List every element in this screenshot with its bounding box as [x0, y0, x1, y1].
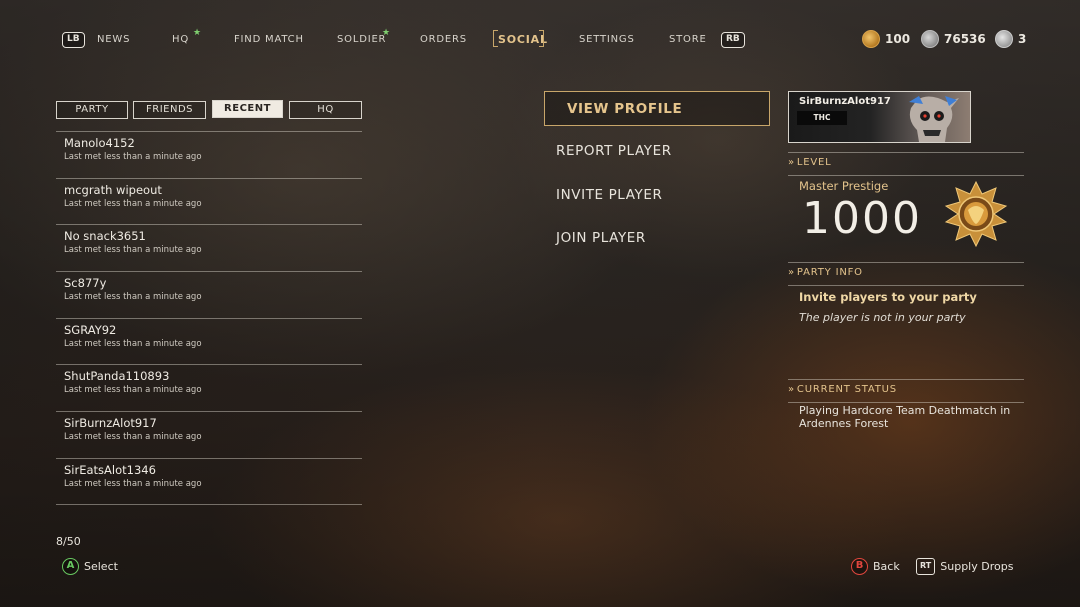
player-name: Manolo4152: [64, 136, 135, 150]
divider: [788, 285, 1024, 286]
prestige-label: Master Prestige: [799, 179, 889, 193]
select-label: Select: [84, 560, 118, 573]
level-section-header: » LEVEL: [788, 152, 1024, 168]
list-item[interactable]: Sc877y Last met less than a minute ago: [56, 271, 362, 318]
b-button-icon: B: [851, 558, 868, 575]
supply-amount: 3: [1018, 32, 1027, 46]
list-item[interactable]: No snack3651 Last met less than a minute…: [56, 224, 362, 271]
last-met-text: Last met less than a minute ago: [64, 432, 202, 443]
active-bracket-right: [539, 30, 544, 47]
party-invite-title: Invite players to your party: [799, 290, 977, 304]
last-met-text: Last met less than a minute ago: [64, 478, 202, 489]
player-counter: 8/50: [56, 535, 81, 548]
rt-trigger-icon: RT: [916, 558, 936, 575]
select-hint[interactable]: A Select: [62, 558, 118, 575]
credit-amount: 76536: [944, 32, 986, 46]
join-player-button[interactable]: JOIN PLAYER: [544, 221, 770, 256]
supply-drops-hint[interactable]: RT Supply Drops: [916, 558, 1013, 575]
nav-find-match[interactable]: FIND MATCH: [234, 34, 304, 45]
nav-news[interactable]: NEWS: [97, 34, 130, 45]
player-name: mcgrath wipeout: [64, 182, 162, 197]
player-name: SGRAY92: [64, 322, 117, 337]
back-hint[interactable]: B Back: [851, 558, 900, 575]
gold-amount: 100: [885, 32, 911, 46]
last-met-text: Last met less than a minute ago: [64, 385, 202, 396]
list-item[interactable]: SGRAY92 Last met less than a minute ago: [56, 317, 362, 365]
gold-coin-icon: [862, 30, 880, 48]
tab-hq[interactable]: HQ: [289, 101, 362, 119]
supply-currency: 3: [995, 30, 1026, 48]
master-prestige-emblem-icon: [944, 180, 1008, 248]
current-status-text: Playing Hardcore Team Deathmatch in Arde…: [799, 404, 1011, 430]
party-info-heading: PARTY INFO: [796, 267, 863, 278]
new-star-icon: ★: [193, 28, 202, 38]
divider: [788, 175, 1024, 176]
rb-bumper-icon[interactable]: RB: [721, 32, 745, 48]
armory-credit-icon: [921, 30, 939, 48]
player-name: No snack3651: [64, 229, 146, 244]
gold-currency: 100: [862, 30, 910, 48]
level-heading: LEVEL: [796, 157, 832, 168]
list-item[interactable]: ShutPanda110893 Last met less than a min…: [56, 364, 362, 411]
level-value: 1000: [802, 193, 922, 244]
supply-drops-label: Supply Drops: [940, 560, 1014, 573]
back-label: Back: [873, 560, 900, 573]
player-name: ShutPanda110893: [64, 369, 170, 384]
recent-players-list: Manolo4152 Last met less than a minute a…: [56, 131, 362, 505]
player-name: Sc877y: [64, 276, 107, 291]
a-button-icon: A: [62, 558, 79, 575]
lb-bumper-icon[interactable]: LB: [62, 32, 85, 48]
last-met-text: Last met less than a minute ago: [64, 152, 202, 162]
new-star-icon: ★: [382, 28, 391, 38]
chevron-right-icon: »: [788, 157, 795, 168]
current-status-header: » CURRENT STATUS: [788, 379, 1024, 401]
player-name: SirBurnzAlot917: [64, 416, 157, 431]
view-profile-button[interactable]: VIEW PROFILE: [544, 91, 770, 126]
list-item[interactable]: mcgrath wipeout Last met less than a min…: [56, 177, 362, 225]
party-info-header: » PARTY INFO: [788, 262, 1024, 284]
list-item[interactable]: SirBurnzAlot917 Last met less than a min…: [56, 411, 362, 458]
party-status-text: The player is not in your party: [799, 311, 966, 324]
credit-currency: 76536: [921, 30, 986, 48]
top-navigation: LB NEWS HQ ★ FIND MATCH SOLDIER ★ ORDERS…: [0, 0, 1080, 80]
current-status-heading: CURRENT STATUS: [796, 384, 897, 395]
last-met-text: Last met less than a minute ago: [64, 198, 202, 209]
list-item[interactable]: Manolo4152 Last met less than a minute a…: [56, 131, 362, 178]
tab-party[interactable]: PARTY: [56, 101, 128, 119]
last-met-text: Last met less than a minute ago: [64, 292, 202, 303]
supply-drop-icon: [995, 30, 1013, 48]
nav-soldier[interactable]: SOLDIER: [337, 34, 386, 45]
tab-recent[interactable]: RECENT: [212, 100, 283, 118]
skull-emblem-icon: [909, 96, 959, 142]
nav-store[interactable]: STORE: [669, 34, 707, 45]
invite-player-button[interactable]: INVITE PLAYER: [544, 178, 770, 213]
report-player-button[interactable]: REPORT PLAYER: [544, 134, 770, 169]
banner-player-name: SirBurnzAlot917: [799, 96, 891, 107]
list-item[interactable]: SirEatsAlot1346 Last met less than a min…: [56, 457, 362, 505]
player-name: SirEatsAlot1346: [64, 462, 156, 477]
tab-friends[interactable]: FRIENDS: [133, 101, 206, 119]
player-banner: SirBurnzAlot917 THC: [788, 91, 971, 143]
nav-orders[interactable]: ORDERS: [420, 34, 467, 45]
chevron-right-icon: »: [788, 267, 795, 278]
divider: [788, 402, 1024, 403]
nav-settings[interactable]: SETTINGS: [579, 34, 635, 45]
nav-hq[interactable]: HQ: [172, 34, 189, 45]
clan-tag: THC: [797, 111, 847, 125]
last-met-text: Last met less than a minute ago: [64, 338, 202, 349]
last-met-text: Last met less than a minute ago: [64, 245, 202, 256]
chevron-right-icon: »: [788, 384, 795, 395]
